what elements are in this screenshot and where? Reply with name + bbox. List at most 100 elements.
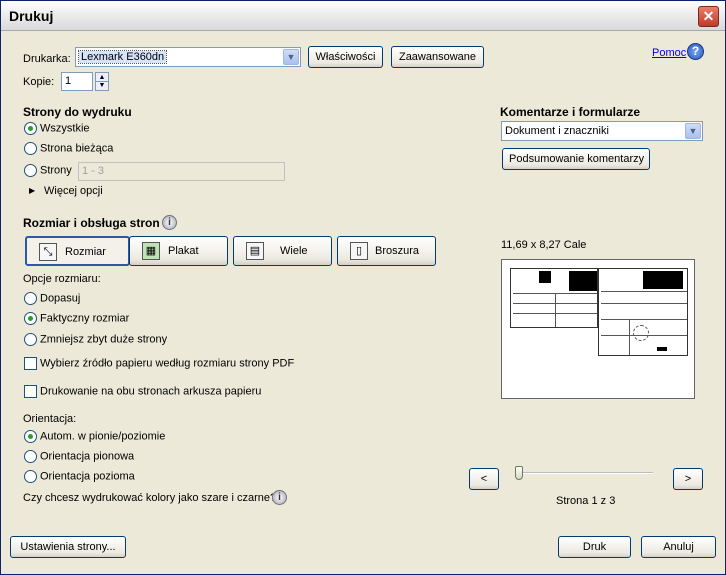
chevron-down-icon[interactable]: ▼ <box>685 123 701 139</box>
stepper-up-icon[interactable]: ▲ <box>96 73 108 82</box>
poster-icon: ▦ <box>142 242 160 260</box>
expand-triangle-icon[interactable]: ▶ <box>29 186 35 195</box>
stepper-down-icon[interactable]: ▼ <box>96 82 108 90</box>
print-preview <box>501 259 695 399</box>
copies-value: 1 <box>65 75 72 87</box>
grayscale-question: Czy chcesz wydrukować kolory jako szare … <box>23 492 277 504</box>
printer-select-value: Lexmark E360dn <box>77 50 168 64</box>
copies-label: Kopie: <box>23 76 55 88</box>
close-icon[interactable]: ✕ <box>698 6 719 27</box>
orientation-option-auto[interactable]: Autom. w pionie/poziomie <box>24 430 165 446</box>
chevron-down-icon[interactable]: ▼ <box>283 49 299 65</box>
page-setup-button[interactable]: Ustawienia strony... <box>10 536 126 558</box>
pages-option-all[interactable]: Wszystkie <box>24 122 90 138</box>
preview-block <box>657 347 667 351</box>
summarize-comments-button[interactable]: Podsumowanie komentarzy <box>502 148 650 170</box>
orientation-label: Orientacja: <box>23 413 77 425</box>
preview-block <box>539 271 551 283</box>
mode-booklet-button[interactable]: ▯ Broszura <box>337 236 436 266</box>
mode-label: Rozmiar <box>65 246 106 258</box>
sizing-option-label: Zmniejsz zbyt duże strony <box>40 333 168 346</box>
preview-line <box>601 291 687 292</box>
preview-block <box>569 271 597 291</box>
page-slider-track[interactable] <box>519 472 653 474</box>
booklet-icon: ▯ <box>350 242 368 260</box>
duplex-label: Drukowanie na obu stronach arkusza papie… <box>40 385 262 398</box>
info-icon[interactable]: i <box>162 215 177 230</box>
sizing-option-actual[interactable]: Faktyczny rozmiar <box>24 312 129 328</box>
preview-sheet-left <box>510 268 598 328</box>
preview-circle <box>633 325 649 341</box>
page-slider-thumb[interactable] <box>515 466 523 480</box>
radio-icon[interactable] <box>24 312 37 325</box>
mode-label: Plakat <box>168 245 199 257</box>
copies-stepper[interactable]: ▲ ▼ <box>95 72 109 91</box>
page-indicator: Strona 1 z 3 <box>556 495 616 507</box>
mode-size-button[interactable]: ⤡ Rozmiar <box>25 236 130 266</box>
pages-option-current[interactable]: Strona bieżąca <box>24 142 113 158</box>
print-dialog: Drukuj ✕ Drukarka: Lexmark E360dn ▼ Właś… <box>0 0 726 575</box>
preview-line <box>629 319 630 355</box>
orientation-option-label: Orientacja pionowa <box>40 450 135 463</box>
pages-section-title: Strony do wydruku <box>23 105 132 119</box>
checkbox-icon[interactable] <box>24 385 37 398</box>
preview-line <box>555 293 556 327</box>
printer-label: Drukarka: <box>23 53 71 65</box>
comments-select-value: Dokument i znaczniki <box>505 125 609 137</box>
comments-section-title: Komentarze i formularze <box>500 105 641 119</box>
sizing-options-label: Opcje rozmiaru: <box>23 273 101 285</box>
comments-select[interactable]: Dokument i znaczniki ▼ <box>501 121 703 141</box>
preview-block <box>643 271 683 289</box>
advanced-button[interactable]: Zaawansowane <box>391 46 484 68</box>
paper-source-label: Wybierz źródło papieru według rozmiaru s… <box>40 357 295 370</box>
mode-label: Wiele <box>280 245 308 257</box>
orientation-option-label: Autom. w pionie/poziomie <box>40 430 166 443</box>
info-icon[interactable]: i <box>272 490 287 505</box>
prev-page-button[interactable]: < <box>469 468 499 490</box>
radio-icon[interactable] <box>24 122 37 135</box>
mode-multiple-button[interactable]: ▤ Wiele <box>233 236 332 266</box>
page-range-placeholder: 1 - 3 <box>82 165 105 177</box>
duplex-checkbox-row[interactable]: Drukowanie na obu stronach arkusza papie… <box>24 385 261 401</box>
orientation-option-landscape[interactable]: Orientacja pozioma <box>24 470 135 486</box>
sizing-option-label: Faktyczny rozmiar <box>40 312 130 325</box>
title-bar: Drukuj ✕ <box>1 1 725 31</box>
printer-select[interactable]: Lexmark E360dn ▼ <box>75 47 301 67</box>
pages-option-label: Strona bieżąca <box>40 142 114 155</box>
print-button[interactable]: Druk <box>558 536 631 558</box>
paper-source-checkbox-row[interactable]: Wybierz źródło papieru według rozmiaru s… <box>24 357 294 373</box>
help-link[interactable]: Pomoc <box>652 47 686 59</box>
preview-sheet-right <box>598 268 688 356</box>
more-options-link[interactable]: Więcej opcji <box>44 185 103 197</box>
cancel-button[interactable]: Anuluj <box>641 536 716 558</box>
pages-option-label: Strony <box>40 164 72 177</box>
radio-icon[interactable] <box>24 164 37 177</box>
preview-line <box>601 303 687 304</box>
window-title: Drukuj <box>9 8 54 24</box>
radio-icon[interactable] <box>24 450 37 463</box>
copies-input[interactable]: 1 <box>61 72 93 91</box>
paper-size-label: 11,69 x 8,27 Cale <box>501 239 587 251</box>
mode-poster-button[interactable]: ▦ Plakat <box>129 236 228 266</box>
properties-button[interactable]: Właściwości <box>308 46 383 68</box>
preview-line <box>601 319 687 320</box>
radio-icon[interactable] <box>24 142 37 155</box>
next-page-button[interactable]: > <box>673 468 703 490</box>
orientation-option-label: Orientacja pozioma <box>40 470 135 483</box>
multiple-pages-icon: ▤ <box>246 242 264 260</box>
radio-icon[interactable] <box>24 470 37 483</box>
radio-icon[interactable] <box>24 292 37 305</box>
pages-option-label: Wszystkie <box>40 122 90 135</box>
checkbox-icon[interactable] <box>24 357 37 370</box>
sizing-option-fit[interactable]: Dopasuj <box>24 292 80 308</box>
pages-option-range[interactable]: Strony <box>24 164 72 180</box>
size-icon: ⤡ <box>39 243 57 261</box>
sizing-option-shrink[interactable]: Zmniejsz zbyt duże strony <box>24 333 167 349</box>
radio-icon[interactable] <box>24 333 37 346</box>
sizing-option-label: Dopasuj <box>40 292 81 305</box>
page-range-input[interactable]: 1 - 3 <box>78 162 285 181</box>
orientation-option-portrait[interactable]: Orientacja pionowa <box>24 450 134 466</box>
help-icon[interactable]: ? <box>687 43 704 60</box>
radio-icon[interactable] <box>24 430 37 443</box>
mode-label: Broszura <box>375 245 420 257</box>
